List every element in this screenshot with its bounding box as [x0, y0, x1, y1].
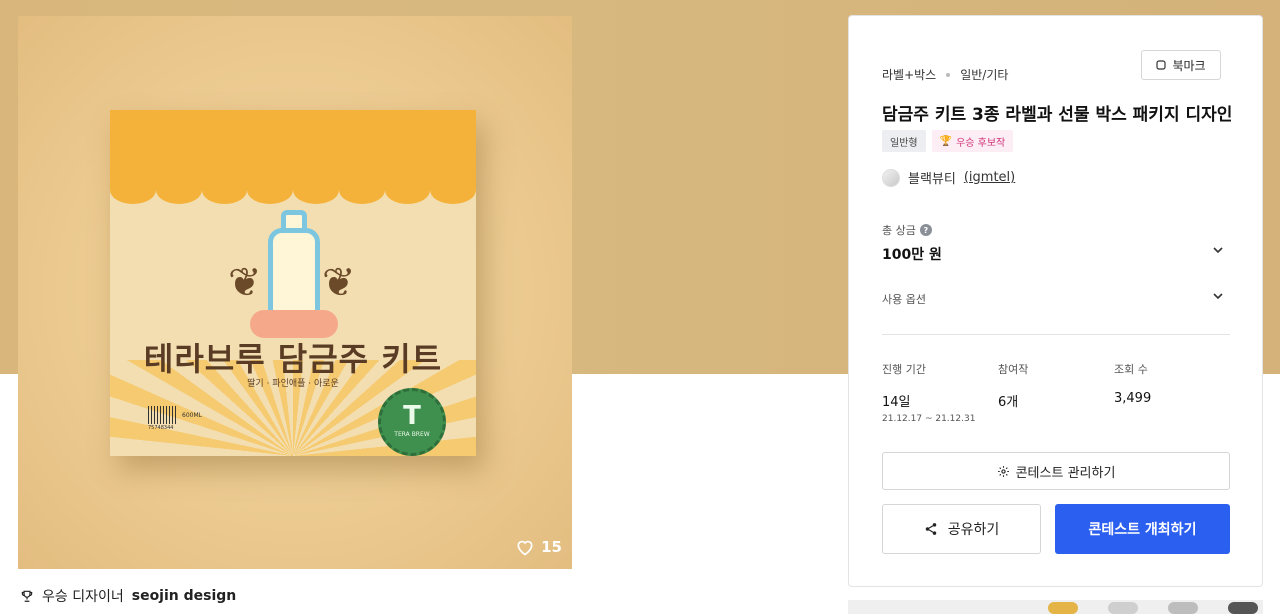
winner-label: 우승 디자이너 [42, 589, 124, 605]
chevron-down-icon[interactable] [1211, 289, 1225, 303]
stat-period: 진행 기간 14일 21.12.17 ~ 21.12.31 [882, 361, 998, 424]
volume-label: 600ML [182, 412, 202, 419]
contest-info-card: 라벨+박스 일반/기타 북마크 담금주 키트 3종 라벨과 선물 박스 패키지 … [848, 15, 1263, 587]
stat-period-label: 진행 기간 [882, 363, 926, 376]
related-banner-preview[interactable] [848, 600, 1263, 614]
manage-contest-button[interactable]: 콘테스트 관리하기 [882, 452, 1230, 490]
owner-name: 블랙뷰티 [908, 172, 956, 187]
contest-title: 담금주 키트 3종 라벨과 선물 박스 패키지 디자인 [882, 105, 1233, 125]
like-count: 15 [541, 538, 562, 556]
bookmark-icon [1156, 60, 1167, 70]
breadcrumb-separator [946, 72, 951, 77]
chevron-down-icon[interactable] [1211, 243, 1225, 257]
heart-icon [517, 540, 533, 556]
host-contest-button[interactable]: 콘테스트 개최하기 [1055, 504, 1230, 554]
divider [882, 334, 1230, 335]
prize-label-text: 총 상금 [882, 224, 916, 237]
box-scallops [110, 176, 476, 204]
stat-views-value: 3,499 [1114, 391, 1152, 406]
kit-subtitle: 딸기 · 파인애플 · 아로운 [247, 379, 339, 389]
trophy-small-icon: 🏆 [939, 135, 953, 147]
breadcrumb-category[interactable]: 라벨+박스 [882, 66, 936, 83]
share-label: 공유하기 [947, 522, 1000, 538]
share-button[interactable]: 공유하기 [882, 504, 1041, 554]
bookmark-button[interactable]: 북마크 [1141, 50, 1221, 80]
type-badge: 일반형 [882, 130, 926, 152]
winner-name[interactable]: seojin design [132, 588, 237, 604]
bookmark-label: 북마크 [1172, 58, 1206, 73]
wheat-right-icon: ❦ [322, 260, 356, 306]
breadcrumb: 라벨+박스 일반/기타 [882, 66, 1008, 83]
contest-stats: 진행 기간 14일 21.12.17 ~ 21.12.31 참여작 6개 조회 … [882, 361, 1230, 424]
owner[interactable]: 블랙뷰티 (igmtel) [882, 168, 1015, 187]
seal-text: TERA BREW [394, 431, 430, 438]
candidate-badge: 🏆 우승 후보작 [931, 130, 1014, 152]
manage-contest-label: 콘테스트 관리하기 [1015, 465, 1116, 481]
badge-group: 일반형 🏆 우승 후보작 [882, 130, 1014, 152]
kit-title: 테라브루 담금주 키트 [143, 340, 443, 378]
trophy-icon [21, 590, 33, 602]
candidate-badge-label: 우승 후보작 [956, 137, 1006, 149]
barcode-icon [148, 406, 176, 424]
avatar [882, 168, 900, 187]
breadcrumb-subcategory[interactable]: 일반/기타 [960, 66, 1008, 83]
usage-option-label: 사용 옵션 [882, 293, 926, 306]
owner-id[interactable]: (igmtel) [964, 170, 1015, 185]
prize-value: 100만 원 [882, 247, 942, 263]
stat-entries-label: 참여작 [998, 363, 1029, 376]
stat-period-range: 21.12.17 ~ 21.12.31 [882, 414, 976, 424]
stat-entries-value: 6개 [998, 395, 1019, 410]
stat-views: 조회 수 3,499 [1114, 361, 1230, 424]
brand-seal: T TERA BREW [378, 388, 446, 456]
help-icon[interactable]: ? [919, 224, 932, 236]
stat-views-label: 조회 수 [1114, 363, 1148, 376]
prize-label: 총 상금 ? [882, 222, 932, 238]
gear-icon [997, 465, 1009, 477]
stat-period-value: 14일 [882, 395, 911, 410]
stat-entries: 참여작 6개 [998, 361, 1114, 424]
product-image[interactable]: ❦ ❦ 테라브루 담금주 키트 딸기 · 파인애플 · 아로운 75748344… [18, 16, 572, 569]
gift-box: ❦ ❦ 테라브루 담금주 키트 딸기 · 파인애플 · 아로운 75748344… [110, 110, 476, 456]
barcode-number: 75748344 [148, 425, 174, 431]
seal-letter: T [403, 401, 421, 431]
like-button[interactable]: 15 [515, 537, 562, 557]
winner-designer: 우승 디자이너 seojin design [20, 586, 236, 606]
wheat-left-icon: ❦ [228, 260, 262, 306]
share-icon [925, 523, 936, 535]
